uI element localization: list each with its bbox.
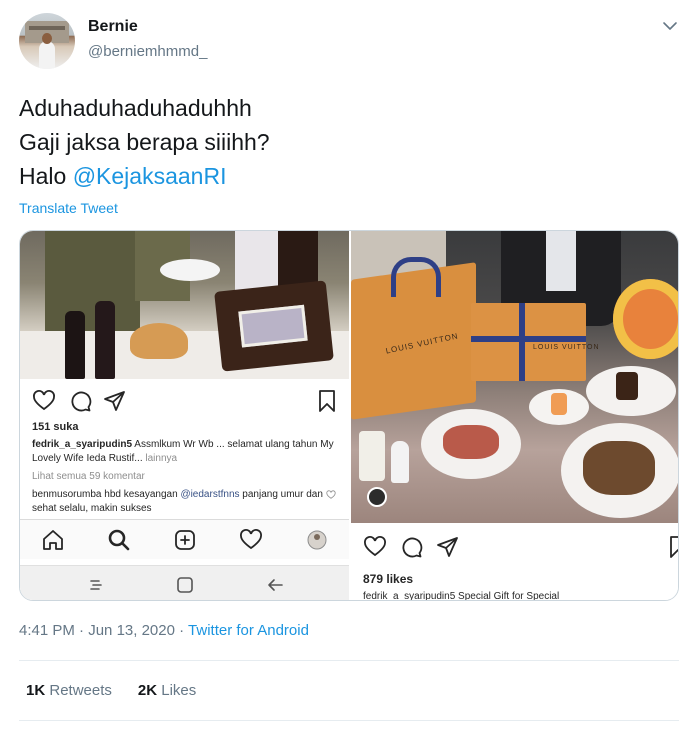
photo-gifts-dinner: LOUIS VUITTON LOUIS VUITTON [351, 231, 678, 523]
ig-comment: benmusorumba hbd kesayangan @iedarstfnns… [32, 488, 332, 516]
ig-caption: fedrik_a_syaripudin5 Special Gift for Sp… [363, 591, 560, 601]
heart-icon [364, 536, 386, 557]
bookmark-icon [319, 390, 335, 412]
tweet-line-3: Halo @KejaksaanRI [19, 159, 679, 193]
chevron-down-icon[interactable] [660, 16, 680, 36]
ig-bottom-nav [20, 519, 349, 559]
heart-icon [240, 529, 262, 550]
tweet-date[interactable]: Jun 13, 2020 [88, 622, 175, 639]
tweet-line-1: Aduhaduhaduhaduhhh [19, 95, 252, 121]
tweet-time[interactable]: 4:41 PM [19, 622, 75, 639]
share-icon [104, 391, 125, 411]
media-image-left[interactable]: 151 suka fedrik_a_syaripudin5 Assmlkum W… [20, 231, 349, 600]
tweet-line-3-prefix: Halo [19, 163, 73, 189]
ig-caption-user: fedrik_a_syaripudin5 [32, 439, 133, 450]
tweet-stats: 1K Retweets 2K Likes [26, 682, 196, 699]
back-arrow-icon [268, 579, 283, 591]
separator-dot: · [74, 622, 89, 639]
ig-caption: fedrik_a_syaripudin5 Assmlkum Wr Wb ... … [32, 438, 342, 466]
display-name[interactable]: Bernie [88, 18, 138, 36]
home-button-icon [177, 577, 193, 593]
comment-icon [402, 537, 423, 558]
ig-view-all-comments: Lihat semua 59 komentar [32, 471, 145, 482]
ig-actions [361, 534, 678, 560]
search-icon [108, 529, 130, 551]
divider [19, 660, 679, 661]
ig-caption-more: lainnya [142, 453, 178, 464]
comment-icon [71, 391, 92, 412]
separator-dot: · [174, 622, 189, 639]
mention-link[interactable]: @KejaksaanRI [73, 163, 227, 189]
ig-actions [30, 388, 340, 414]
heart-icon [326, 490, 336, 499]
tweet: Bernie @berniemhmmd_ Aduhaduhaduhaduhhh … [0, 0, 700, 730]
ig-comment-text: hbd kesayangan [101, 489, 181, 500]
retweets-count: 1K [26, 682, 46, 699]
media-image-right[interactable]: LOUIS VUITTON LOUIS VUITTON 879 likes fe… [351, 231, 678, 601]
ig-likes-count: 151 suka [32, 421, 79, 433]
tweet-text: Aduhaduhaduhaduhhh Gaji jaksa berapa sii… [19, 91, 679, 193]
likes-stat[interactable]: 2K Likes [138, 682, 196, 699]
avatar[interactable] [19, 13, 75, 69]
bookmark-icon [670, 536, 678, 558]
retweets-label: Retweets [49, 682, 112, 699]
translate-tweet-link[interactable]: Translate Tweet [19, 200, 118, 216]
media-grid: 151 suka fedrik_a_syaripudin5 Assmlkum W… [19, 230, 679, 601]
photo-birthday-cakes [20, 231, 349, 379]
share-icon [437, 537, 458, 557]
add-post-icon [175, 530, 195, 550]
home-icon [43, 530, 63, 550]
likes-count: 2K [137, 682, 158, 699]
divider [19, 720, 679, 721]
ig-comment-tag: @iedarstfnns [180, 489, 240, 500]
profile-icon [307, 530, 327, 550]
lv-logo-box: LOUIS VUITTON [533, 344, 600, 351]
tweet-source-link[interactable]: Twitter for Android [188, 622, 309, 639]
user-handle[interactable]: @berniemhmmd_ [88, 43, 207, 60]
retweets-stat[interactable]: 1K Retweets [26, 682, 112, 699]
android-nav-bar [20, 565, 349, 600]
ig-comment-user: benmusorumba [32, 489, 102, 500]
likes-label: Likes [161, 682, 197, 699]
recent-apps-icon [90, 580, 102, 590]
tweet-timestamp: 4:41 PM · Jun 13, 2020 · Twitter for And… [19, 622, 309, 639]
ig-likes-count: 879 likes [363, 572, 414, 586]
heart-icon [33, 390, 55, 411]
tweet-line-2: Gaji jaksa berapa siiihh? [19, 129, 270, 155]
